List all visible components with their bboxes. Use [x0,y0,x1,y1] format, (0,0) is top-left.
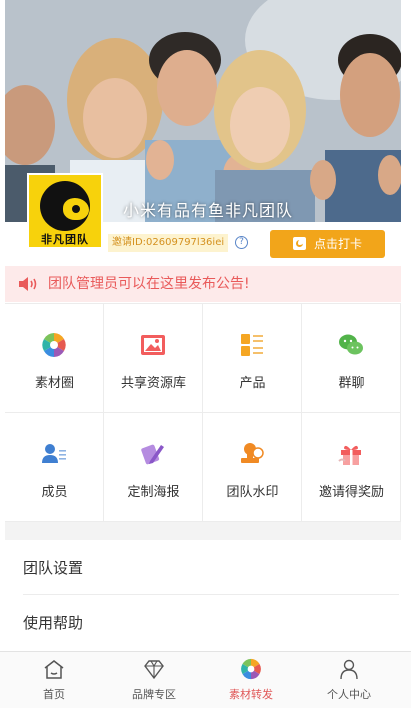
clock-icon [292,237,306,250]
tab-brand-zone[interactable]: 品牌专区 [103,652,205,708]
bottom-tabbar: 首页 品牌专区 素材转发 个人中心 [0,651,411,708]
menu-team-settings[interactable]: 团队设置 [23,541,399,595]
feature-grid: 素材圈 共享资源库 产品 群聊 成员 定制海报 团队水印 邀请得奖励 [5,303,401,522]
member-icon [42,444,66,463]
feature-group-chat[interactable]: 群聊 [302,304,401,413]
poster-edit-icon [141,444,164,465]
notice-bar[interactable]: 团队管理员可以在这里发布公告! [5,266,401,302]
question-circle-icon[interactable]: ? [235,236,248,249]
feature-label: 共享资源库 [120,376,186,391]
diamond-icon [144,660,164,680]
wechat-icon [339,334,363,355]
feature-label: 成员 [41,485,68,500]
tab-material-forward[interactable]: 素材转发 [200,652,302,708]
feature-label: 产品 [239,376,266,391]
feature-label: 团队水印 [226,485,279,500]
speaker-icon [19,277,37,291]
section-divider [5,522,401,540]
feature-label: 素材圈 [34,376,74,391]
gift-icon [338,445,361,465]
tab-home[interactable]: 首页 [3,652,105,708]
tab-label: 首页 [43,688,65,701]
aperture-icon [241,658,261,680]
feature-shared-library[interactable]: 共享资源库 [104,304,203,413]
invite-row: 邀请ID:02609797l36iei ? 点击打卡 [0,226,411,258]
feature-custom-poster[interactable]: 定制海报 [104,413,203,522]
tab-label: 品牌专区 [132,688,176,701]
feature-material-circle[interactable]: 素材圈 [5,304,104,413]
invite-id: 邀请ID:02609797l36iei [108,234,229,252]
product-list-icon [241,334,263,356]
feature-products[interactable]: 产品 [203,304,302,413]
aperture-icon [42,333,66,357]
stamp-icon [241,443,264,463]
home-icon [44,660,64,679]
tab-personal-center[interactable]: 个人中心 [298,652,400,708]
checkin-button[interactable]: 点击打卡 [270,230,385,258]
feature-invite-reward[interactable]: 邀请得奖励 [302,413,401,522]
checkin-label: 点击打卡 [313,237,362,251]
tab-label: 个人中心 [327,688,371,701]
notice-text: 团队管理员可以在这里发布公告! [48,276,250,292]
feature-label: 定制海报 [127,485,180,500]
team-name: 小米有品有鱼非凡团队 [123,201,294,220]
feature-team-watermark[interactable]: 团队水印 [203,413,302,522]
menu-help[interactable]: 使用帮助 [23,596,399,650]
image-icon [141,335,165,355]
person-icon [340,659,358,680]
fish-logo-icon [40,181,90,231]
feature-label: 邀请得奖励 [318,485,384,500]
feature-label: 群聊 [338,376,365,391]
tab-label: 素材转发 [229,688,273,701]
feature-members[interactable]: 成员 [5,413,104,522]
